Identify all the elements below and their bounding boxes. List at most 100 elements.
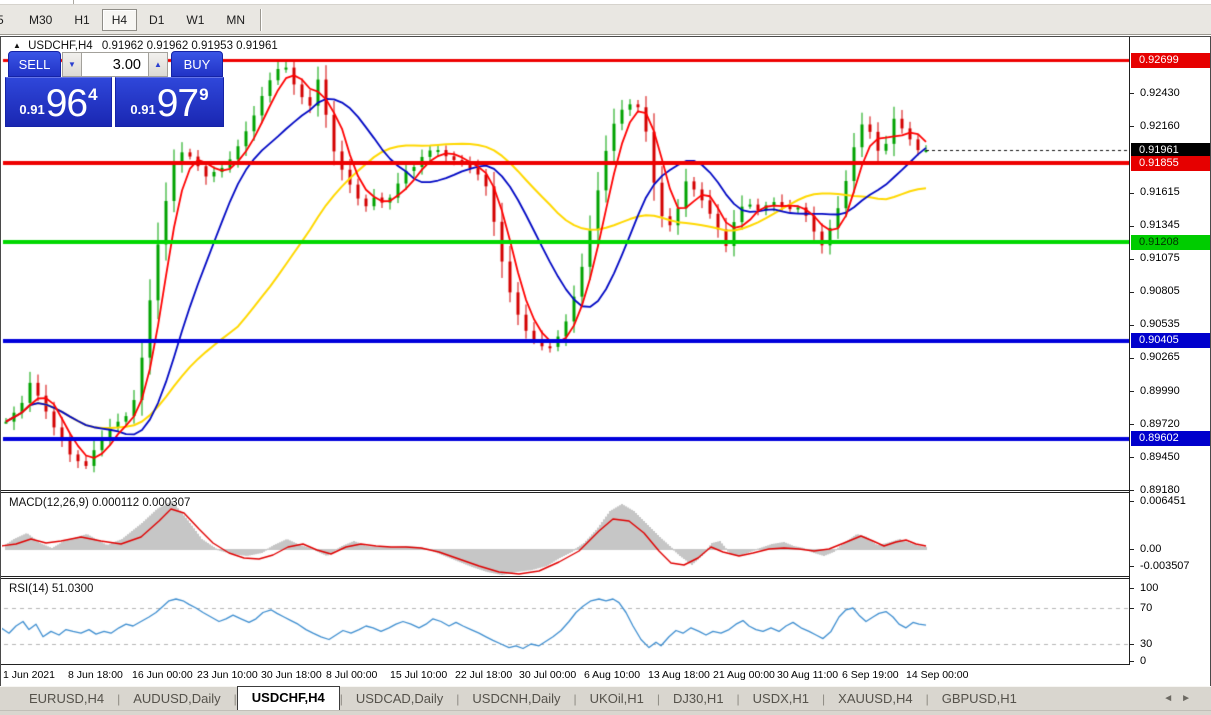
macd-panel-separator[interactable] xyxy=(1,490,1210,493)
symbol-triangle-icon: ▲ xyxy=(13,41,21,50)
volume-input[interactable]: 3.00 xyxy=(82,52,148,77)
volume-control: ▼ 3.00 ▲ xyxy=(62,52,168,77)
buy-price-display[interactable]: 0.91979 xyxy=(115,77,224,127)
price-tick-label: 0.90805 xyxy=(1140,285,1180,297)
chart-tab-xauusd[interactable]: XAUUSD,H4 xyxy=(825,688,925,710)
price-axis[interactable]: 0.924300.921600.916150.913450.910750.908… xyxy=(1129,37,1210,665)
rsi-axis-label: 30 xyxy=(1140,638,1152,650)
timeframe-button-5[interactable]: 5 xyxy=(0,9,17,31)
time-axis-label: 13 Aug 18:00 xyxy=(648,669,710,681)
price-tick-mark xyxy=(1130,226,1134,227)
timeframe-button-mn[interactable]: MN xyxy=(216,9,255,31)
time-axis-label: 16 Jun 00:00 xyxy=(132,669,193,681)
time-axis-label: 21 Aug 00:00 xyxy=(713,669,775,681)
buy-button[interactable]: BUY xyxy=(171,51,223,77)
toolbar-separator xyxy=(260,9,262,31)
chart-tab-bar: EURUSD,H4|AUDUSD,Daily|USDCHF,H4|USDCAD,… xyxy=(0,686,1211,710)
status-bar xyxy=(0,710,1211,715)
time-axis[interactable]: 1 Jun 20218 Jun 18:0016 Jun 00:0023 Jun … xyxy=(1,667,1210,685)
rsi-axis-label: 0 xyxy=(1140,655,1146,667)
rsi-tick-mark xyxy=(1130,661,1134,662)
price-tick-label: 0.92160 xyxy=(1140,120,1180,132)
price-tick-mark xyxy=(1130,424,1134,425)
price-tick-mark xyxy=(1130,490,1134,491)
rsi-tick-mark xyxy=(1130,644,1134,645)
timeframe-button-d1[interactable]: D1 xyxy=(139,9,174,31)
chart-tab-dj30[interactable]: DJ30,H1 xyxy=(660,688,737,710)
price-tick-mark xyxy=(1130,93,1134,94)
price-tick-mark xyxy=(1130,193,1134,194)
timeframe-button-h4[interactable]: H4 xyxy=(102,9,137,31)
price-tick-mark xyxy=(1130,457,1134,458)
tab-scroll-left-icon[interactable]: ◄ xyxy=(1163,693,1181,704)
toolbar-top-strip xyxy=(0,0,1211,5)
mt4-terminal: 5M30H1H4D1W1MN ▲ USDCHF,H4 0.91962 0.919… xyxy=(0,0,1211,715)
buy-price-pip-digit: 9 xyxy=(199,85,208,105)
price-tick-mark xyxy=(1130,259,1134,260)
price-tick-label: 0.91615 xyxy=(1140,186,1180,198)
chart-tab-ukoil[interactable]: UKOil,H1 xyxy=(577,688,657,710)
price-tick-mark xyxy=(1130,126,1134,127)
price-tick-label: 0.92430 xyxy=(1140,87,1180,99)
price-tick-label: 0.89450 xyxy=(1140,451,1180,463)
toolbar-divider xyxy=(73,0,74,4)
macd-axis-label: -0.003507 xyxy=(1140,560,1190,572)
chart-tab-usdcad[interactable]: USDCAD,Daily xyxy=(343,688,456,710)
price-tick-mark xyxy=(1130,292,1134,293)
price-tick-label: 0.91345 xyxy=(1140,219,1180,231)
time-axis-label: 23 Jun 10:00 xyxy=(197,669,258,681)
chart-tab-gbpusd[interactable]: GBPUSD,H1 xyxy=(929,688,1030,710)
time-axis-label: 30 Jul 00:00 xyxy=(519,669,576,681)
time-axis-label: 22 Jul 18:00 xyxy=(455,669,512,681)
macd-axis-label: 0.00 xyxy=(1140,543,1161,555)
chart-tab-usdchf[interactable]: USDCHF,H4 xyxy=(237,686,340,710)
time-axis-label: 6 Aug 10:00 xyxy=(584,669,640,681)
sell-price-big-digits: 96 xyxy=(46,87,87,121)
timeframe-button-m30[interactable]: M30 xyxy=(19,9,62,31)
sell-button[interactable]: SELL xyxy=(8,51,61,77)
time-axis-label: 14 Sep 00:00 xyxy=(906,669,968,681)
chart-window: ▲ USDCHF,H4 0.91962 0.91962 0.91953 0.91… xyxy=(0,36,1211,687)
time-axis-label: 30 Aug 11:00 xyxy=(777,669,838,681)
price-tick-label: 0.90535 xyxy=(1140,318,1180,330)
price-tick-label: 0.89990 xyxy=(1140,385,1180,397)
buy-price-prefix: 0.91 xyxy=(130,102,155,117)
timeframe-buttons-row: 5M30H1H4D1W1MN xyxy=(0,7,266,33)
time-axis-label: 8 Jul 00:00 xyxy=(326,669,377,681)
chart-tab-eurusd[interactable]: EURUSD,H4 xyxy=(16,688,117,710)
time-axis-label: 30 Jun 18:00 xyxy=(261,669,322,681)
price-tick-label: 0.89720 xyxy=(1140,418,1180,430)
timeframe-button-h1[interactable]: H1 xyxy=(64,9,99,31)
price-level-badge: 0.89602 xyxy=(1131,431,1210,446)
volume-decrease-button[interactable]: ▼ xyxy=(62,52,82,77)
price-level-badge: 0.90405 xyxy=(1131,333,1210,348)
price-tick-label: 0.90265 xyxy=(1140,351,1180,363)
rsi-tick-mark xyxy=(1130,588,1134,589)
rsi-tick-mark xyxy=(1130,608,1134,609)
rsi-panel-separator[interactable] xyxy=(1,576,1210,579)
rsi-axis-label: 70 xyxy=(1140,602,1152,614)
time-axis-label: 1 Jun 2021 xyxy=(3,669,55,681)
chart-tab-usdx[interactable]: USDX,H1 xyxy=(740,688,822,710)
macd-tick-mark xyxy=(1130,566,1134,567)
tab-scroll-arrows: ◄► xyxy=(1163,693,1199,710)
chevron-down-icon: ▼ xyxy=(68,60,76,69)
timeframe-button-w1[interactable]: W1 xyxy=(176,9,214,31)
tab-scroll-right-icon[interactable]: ► xyxy=(1181,693,1199,704)
timeframe-toolbar: 5M30H1H4D1W1MN xyxy=(0,0,1211,35)
sell-price-pip-digit: 4 xyxy=(88,85,97,105)
volume-increase-button[interactable]: ▲ xyxy=(148,52,168,77)
price-tick-mark xyxy=(1130,358,1134,359)
macd-label: MACD(12,26,9) 0.000112 0.000307 xyxy=(9,497,190,509)
rsi-axis-label: 100 xyxy=(1140,582,1158,594)
sell-price-display[interactable]: 0.91964 xyxy=(5,77,112,127)
price-level-badge: 0.91208 xyxy=(1131,235,1210,250)
chart-bottom-border xyxy=(1,664,1210,665)
rsi-label: RSI(14) 51.0300 xyxy=(9,583,93,595)
macd-tick-mark xyxy=(1130,501,1134,502)
chart-tab-audusd[interactable]: AUDUSD,Daily xyxy=(120,688,233,710)
chart-tab-usdcnh[interactable]: USDCNH,Daily xyxy=(459,688,573,710)
rsi-indicator-canvas[interactable] xyxy=(2,581,1129,664)
chevron-up-icon: ▲ xyxy=(154,60,162,69)
price-tick-mark xyxy=(1130,325,1134,326)
